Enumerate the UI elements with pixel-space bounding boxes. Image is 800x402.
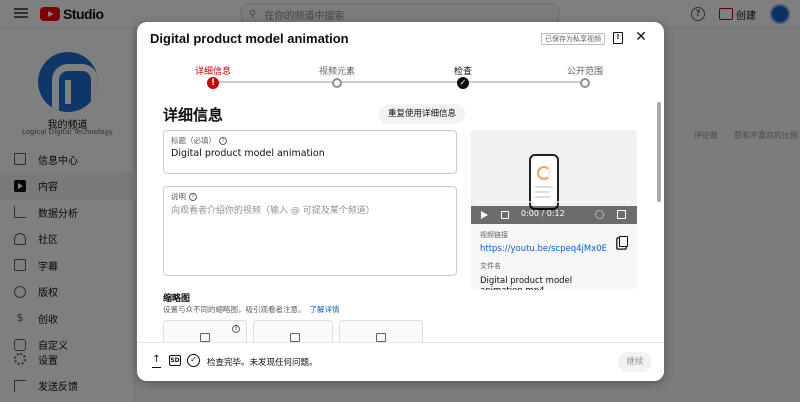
report-issue-icon[interactable]: ! [613, 32, 623, 44]
learn-more-link[interactable]: 了解详情 [310, 305, 340, 314]
close-icon[interactable]: ✕ [633, 29, 649, 45]
settings-icon[interactable] [595, 210, 604, 219]
check-status-text: 检查完毕。未发现任何问题。 [207, 358, 318, 368]
reuse-details-button[interactable]: 重复使用详细信息 [379, 104, 466, 124]
error-icon: ! [207, 77, 219, 89]
video-link-label: 视频链接 [480, 231, 508, 239]
step-pending-dot [580, 78, 590, 88]
description-label-text: 说明 [171, 192, 186, 201]
chart-icon [376, 333, 386, 342]
help-icon[interactable]: ? [189, 192, 197, 201]
phone-line [535, 186, 553, 188]
section-title: 详细信息 [163, 106, 224, 124]
video-preview-card: 0:00 / 0:12 视频链接 https://youtu.be/scpeq4… [471, 130, 637, 290]
dialog-header: Digital product model animation 已保存为私享视频… [137, 22, 664, 56]
play-icon[interactable] [481, 211, 488, 219]
saved-status-badge: 已保存为私享视频 [541, 33, 605, 45]
help-icon[interactable]: ? [232, 325, 240, 333]
image-upload-icon [200, 333, 210, 342]
auto-thumbnail-option[interactable] [253, 320, 333, 342]
progress-ring-graphic [537, 166, 551, 180]
phone-line [535, 196, 551, 198]
test-thumbnail-option[interactable] [339, 320, 423, 342]
upload-thumbnail-option[interactable]: ? [163, 320, 247, 342]
dialog-scrollbar[interactable] [657, 102, 661, 202]
dialog-footer: ↑ SD ✓ 检查完毕。未发现任何问题。 继续 [137, 342, 664, 381]
step-details[interactable]: 详细信息 ! [173, 64, 253, 89]
video-controls: 0:00 / 0:12 [471, 206, 637, 224]
file-name-label: 文件名 [480, 262, 501, 270]
description-field-label: 说明 ? [171, 191, 197, 202]
video-link[interactable]: https://youtu.be/scpeq4jMx0E [480, 244, 607, 254]
video-player[interactable]: 0:00 / 0:12 [471, 130, 637, 224]
title-field[interactable]: 标题（必填） ? Digital product model animation [163, 130, 457, 174]
sd-quality-icon: SD [169, 355, 181, 366]
step-checks[interactable]: 检查 ✓ [423, 64, 503, 89]
title-label-text: 标题（必填） [171, 136, 216, 145]
title-input-value[interactable]: Digital product model animation [171, 148, 325, 159]
description-field[interactable]: 说明 ? 向观看者介绍你的视频（输入 @ 可提及某个频道） [163, 186, 457, 276]
fullscreen-icon[interactable] [617, 210, 626, 219]
step-video-elements[interactable]: 视频元素 [297, 64, 377, 88]
check-circle-icon: ✓ [187, 354, 200, 367]
dialog-title: Digital product model animation [150, 31, 349, 46]
continue-button[interactable]: 继续 [618, 352, 652, 372]
thumbnail-title: 缩略图 [163, 294, 191, 304]
checkmark-icon: ✓ [457, 77, 469, 89]
video-time: 0:00 / 0:12 [521, 209, 565, 218]
step-label: 检查 [453, 67, 472, 77]
step-label: 详细信息 [194, 67, 231, 77]
dialog-content: 详细信息 重复使用详细信息 标题（必填） ? Digital product m… [137, 96, 664, 342]
help-icon[interactable]: ? [219, 136, 227, 145]
title-field-label: 标题（必填） ? [171, 135, 227, 146]
thumbnail-description: 设置与众不同的缩略图，吸引观看者注意。 了解详情 [163, 304, 340, 315]
step-label: 视频元素 [318, 67, 355, 77]
upload-stepper: 详细信息 ! 视频元素 检查 ✓ 公开范围 [195, 64, 603, 94]
thumbnail-description-text: 设置与众不同的缩略图，吸引观看者注意。 [163, 305, 306, 314]
step-pending-dot [332, 78, 342, 88]
file-name: Digital product model animation.mp4 [480, 276, 573, 290]
video-details-dialog: Digital product model animation 已保存为私享视频… [137, 22, 664, 381]
stepper-line [213, 81, 585, 83]
phone-line [535, 191, 549, 193]
description-placeholder[interactable]: 向观看者介绍你的视频（输入 @ 可提及某个频道） [171, 203, 375, 216]
step-visibility[interactable]: 公开范围 [545, 64, 625, 88]
upload-icon: ↑ [152, 355, 161, 368]
step-label: 公开范围 [566, 67, 603, 77]
video-progress-bar[interactable] [477, 201, 631, 203]
copy-icon[interactable] [619, 236, 628, 247]
volume-icon[interactable] [501, 211, 509, 219]
sparkle-image-icon [290, 333, 300, 342]
